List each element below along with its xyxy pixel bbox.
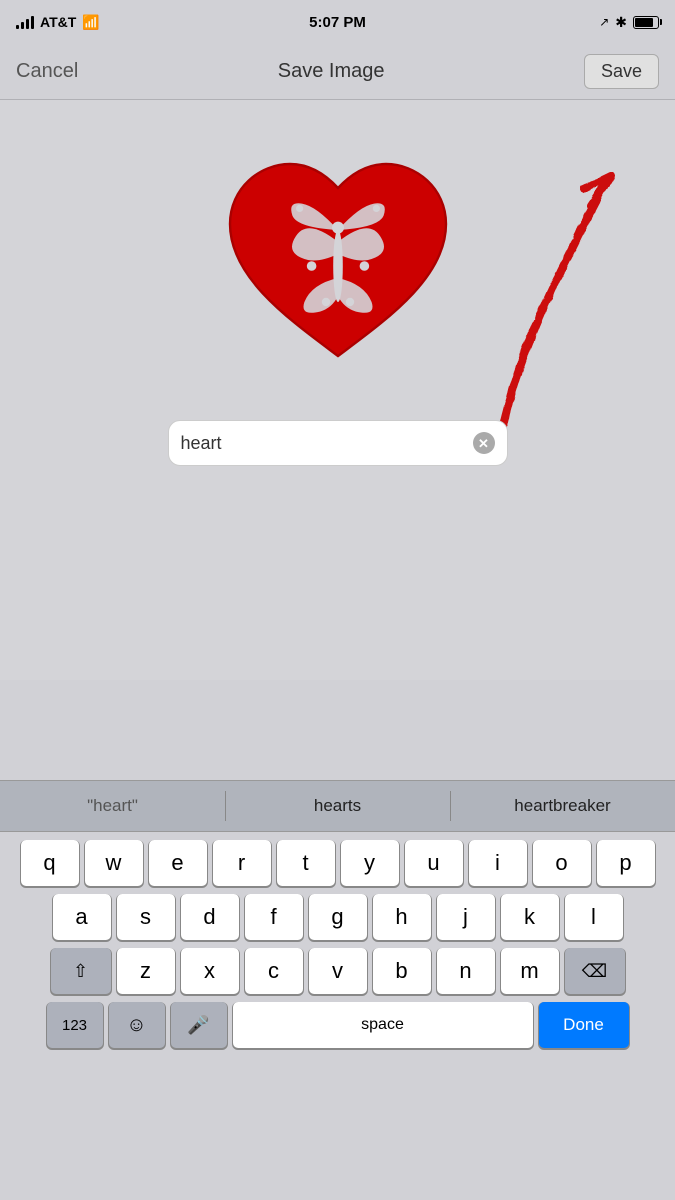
cancel-button[interactable]: Cancel [16,60,78,83]
key-l[interactable]: l [565,894,623,940]
key-v[interactable]: v [309,948,367,994]
space-key[interactable]: space [233,1002,533,1048]
key-d[interactable]: d [181,894,239,940]
search-bar[interactable]: ✕ [168,420,508,466]
key-t[interactable]: t [277,840,335,886]
bluetooth-icon: ✱ [615,14,627,31]
key-z[interactable]: z [117,948,175,994]
key-g[interactable]: g [309,894,367,940]
key-r[interactable]: r [213,840,271,886]
key-row-4: 123 ☺ 🎤 space Done [5,1002,670,1048]
location-icon: ↗ [599,15,609,29]
key-s[interactable]: s [117,894,175,940]
key-i[interactable]: i [469,840,527,886]
nav-title: Save Image [278,60,385,83]
key-a[interactable]: a [53,894,111,940]
clear-icon: ✕ [478,437,489,450]
search-input[interactable] [181,433,465,454]
shift-key[interactable]: ⇧ [51,948,111,994]
autocomplete-heartbreaker[interactable]: heartbreaker [450,781,675,831]
mic-key[interactable]: 🎤 [171,1002,227,1048]
key-q[interactable]: q [21,840,79,886]
key-m[interactable]: m [501,948,559,994]
key-row-3: ⇧ z x c v b n m ⌫ [5,948,670,994]
status-right: ↗ ✱ [599,14,659,31]
status-time: 5:07 PM [309,14,366,31]
key-n[interactable]: n [437,948,495,994]
key-f[interactable]: f [245,894,303,940]
autocomplete-bar: "heart" hearts heartbreaker [0,780,675,832]
key-p[interactable]: p [597,840,655,886]
key-h[interactable]: h [373,894,431,940]
key-row-2: a s d f g h j k l [5,894,670,940]
key-u[interactable]: u [405,840,463,886]
key-x[interactable]: x [181,948,239,994]
key-j[interactable]: j [437,894,495,940]
wifi-icon: 📶 [82,14,99,31]
autocomplete-heart-quoted[interactable]: "heart" [0,781,225,831]
key-y[interactable]: y [341,840,399,886]
nav-bar: Cancel Save Image Save [0,44,675,100]
content-area: ✕ [0,100,675,680]
key-k[interactable]: k [501,894,559,940]
status-left: AT&T 📶 [16,14,100,31]
battery-icon [633,16,659,29]
keyboard-keys: q w e r t y u i o p a s d f g h j k l ⇧ … [0,832,675,1048]
carrier-label: AT&T [40,14,76,30]
delete-key[interactable]: ⌫ [565,948,625,994]
key-c[interactable]: c [245,948,303,994]
done-key[interactable]: Done [539,1002,629,1048]
status-bar: AT&T 📶 5:07 PM ↗ ✱ [0,0,675,44]
signal-icon [16,15,34,29]
key-o[interactable]: o [533,840,591,886]
key-row-1: q w e r t y u i o p [5,840,670,886]
key-b[interactable]: b [373,948,431,994]
search-clear-button[interactable]: ✕ [473,432,495,454]
heart-image [208,130,468,390]
num-key[interactable]: 123 [47,1002,103,1048]
keyboard-area: "heart" hearts heartbreaker q w e r t y … [0,780,675,1200]
autocomplete-hearts[interactable]: hearts [225,781,450,831]
key-w[interactable]: w [85,840,143,886]
key-e[interactable]: e [149,840,207,886]
save-button[interactable]: Save [584,54,659,89]
emoji-key[interactable]: ☺ [109,1002,165,1048]
